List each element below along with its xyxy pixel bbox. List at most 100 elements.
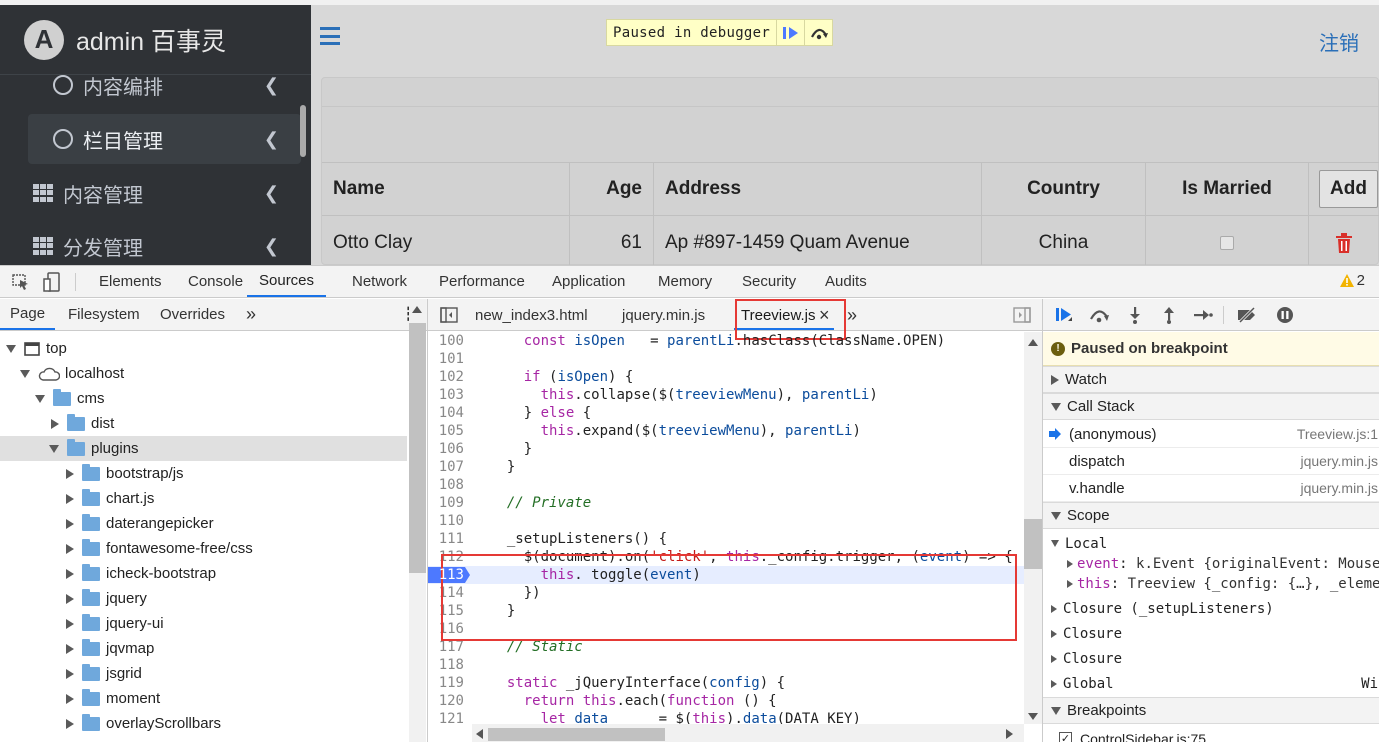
tree-item-localhost[interactable]: localhost bbox=[0, 361, 407, 386]
editor-horizontal-scrollbar-thumb[interactable] bbox=[488, 728, 665, 741]
column-header-is-married[interactable]: Is Married bbox=[1146, 163, 1309, 215]
line-number[interactable]: 113 bbox=[428, 566, 464, 584]
scope-variable-this[interactable]: this: Treeview {_config: {…}, _elemer bbox=[1043, 571, 1379, 596]
tab-filesystem[interactable]: Filesystem bbox=[68, 299, 140, 330]
step-over-icon[interactable] bbox=[804, 20, 832, 45]
table-row[interactable]: Otto Clay 61 Ap #897-1459 Quam Avenue Ch… bbox=[322, 216, 1379, 265]
line-number[interactable]: 119 bbox=[428, 674, 464, 692]
scroll-up-arrow-icon[interactable] bbox=[412, 306, 422, 313]
editor-scroll-down-icon[interactable] bbox=[1028, 713, 1038, 720]
tab-application[interactable]: Application bbox=[552, 266, 625, 297]
inspect-element-icon[interactable] bbox=[12, 274, 30, 295]
code-line[interactable]: 101 bbox=[428, 350, 1024, 368]
call-frame-dispatch[interactable]: dispatch jquery.min.js bbox=[1043, 448, 1379, 475]
more-editor-tabs-icon[interactable]: » bbox=[847, 299, 857, 331]
married-checkbox[interactable] bbox=[1220, 236, 1234, 250]
code-line[interactable]: 100 const isOpen = parentLi.hasClass(Cla… bbox=[428, 332, 1024, 350]
line-number[interactable]: 100 bbox=[428, 332, 464, 350]
tree-item-plugin-folder[interactable]: jsgrid bbox=[0, 661, 407, 686]
tree-item-plugin-folder[interactable]: bootstrap/js bbox=[0, 461, 407, 486]
line-number[interactable]: 108 bbox=[428, 476, 464, 494]
column-header-name[interactable]: Name bbox=[322, 163, 570, 215]
column-header-address[interactable]: Address bbox=[654, 163, 982, 215]
line-number[interactable]: 105 bbox=[428, 422, 464, 440]
editor-tab-jquery[interactable]: jquery.min.js bbox=[622, 299, 705, 331]
editor-scroll-left-icon[interactable] bbox=[476, 729, 483, 739]
tab-audits[interactable]: Audits bbox=[825, 266, 867, 297]
tree-item-plugin-folder[interactable]: jqvmap bbox=[0, 636, 407, 661]
tree-item-plugin-folder[interactable]: chart.js bbox=[0, 486, 407, 511]
step-into-icon[interactable] bbox=[1124, 305, 1146, 325]
warnings-counter[interactable]: 2 bbox=[1339, 272, 1365, 289]
tab-page[interactable]: Page bbox=[0, 299, 56, 330]
code-line[interactable]: 108 bbox=[428, 476, 1024, 494]
step-out-icon[interactable] bbox=[1158, 305, 1180, 325]
tab-sources[interactable]: Sources bbox=[247, 266, 327, 297]
code-lines[interactable]: 100 const isOpen = parentLi.hasClass(Cla… bbox=[428, 332, 1024, 724]
line-number[interactable]: 111 bbox=[428, 530, 464, 548]
column-header-age[interactable]: Age bbox=[570, 163, 654, 215]
toggle-debugger-icon[interactable] bbox=[1013, 307, 1031, 328]
step-icon[interactable] bbox=[1192, 305, 1214, 325]
scope-closure-setup-listeners[interactable]: Closure (_setupListeners) bbox=[1043, 596, 1379, 621]
more-tabs-icon[interactable]: » bbox=[246, 299, 256, 330]
code-line[interactable]: 104 } else { bbox=[428, 404, 1024, 422]
code-line[interactable]: 109 // Private bbox=[428, 494, 1024, 512]
tab-elements[interactable]: Elements bbox=[99, 266, 162, 297]
editor-scroll-up-icon[interactable] bbox=[1028, 339, 1038, 346]
logout-link[interactable]: 注销 bbox=[1319, 27, 1359, 56]
tree-item-plugins[interactable]: plugins bbox=[0, 436, 407, 461]
line-number[interactable]: 106 bbox=[428, 440, 464, 458]
line-number[interactable]: 107 bbox=[428, 458, 464, 476]
sidebar-scrollbar[interactable] bbox=[300, 105, 306, 157]
navigator-scrollbar-thumb[interactable] bbox=[409, 323, 426, 573]
sidebar-item-distribution[interactable]: 分发管理 ❮ bbox=[28, 221, 301, 265]
call-frame-anonymous[interactable]: (anonymous) Treeview.js:1 bbox=[1043, 421, 1379, 448]
frame-location[interactable]: jquery.min.js bbox=[1300, 480, 1378, 496]
tab-console[interactable]: Console bbox=[188, 266, 243, 297]
tree-item-cms[interactable]: cms bbox=[0, 386, 407, 411]
code-line[interactable]: 118 bbox=[428, 656, 1024, 674]
tree-item-plugin-folder[interactable]: icheck-bootstrap bbox=[0, 561, 407, 586]
sidebar-item-content-manage[interactable]: 内容管理 ❮ bbox=[28, 168, 301, 218]
tab-memory[interactable]: Memory bbox=[658, 266, 712, 297]
code-line[interactable]: 105 this.expand($(treeviewMenu), parentL… bbox=[428, 422, 1024, 440]
sidebar-item-column-manage[interactable]: 栏目管理 ❮ bbox=[28, 114, 301, 164]
scope-global[interactable]: Global Wi bbox=[1043, 671, 1379, 696]
resume-icon[interactable] bbox=[776, 20, 804, 45]
tab-overrides[interactable]: Overrides bbox=[160, 299, 225, 330]
pause-on-exceptions-icon[interactable] bbox=[1274, 305, 1296, 325]
tree-item-plugin-folder[interactable]: overlayScrollbars bbox=[0, 711, 407, 736]
line-number[interactable]: 121 bbox=[428, 710, 464, 724]
tree-item-dist[interactable]: dist bbox=[0, 411, 407, 436]
code-line[interactable]: 102 if (isOpen) { bbox=[428, 368, 1024, 386]
code-line[interactable]: 119 static _jQueryInterface(config) { bbox=[428, 674, 1024, 692]
section-call-stack[interactable]: Call Stack bbox=[1043, 393, 1379, 420]
line-number[interactable]: 101 bbox=[428, 350, 464, 368]
code-line[interactable]: 120 return this.each(function () { bbox=[428, 692, 1024, 710]
tab-security[interactable]: Security bbox=[742, 266, 796, 297]
line-number[interactable]: 102 bbox=[428, 368, 464, 386]
code-line[interactable]: 110 bbox=[428, 512, 1024, 530]
line-number[interactable]: 103 bbox=[428, 386, 464, 404]
breakpoint-checkbox[interactable]: ✓ bbox=[1059, 732, 1072, 742]
scope-closure[interactable]: Closure bbox=[1043, 621, 1379, 646]
tab-performance[interactable]: Performance bbox=[439, 266, 525, 297]
line-number[interactable]: 109 bbox=[428, 494, 464, 512]
line-number[interactable]: 118 bbox=[428, 656, 464, 674]
code-line[interactable]: 121 let data = $(this).data(DATA_KEY) bbox=[428, 710, 1024, 724]
tab-network[interactable]: Network bbox=[352, 266, 407, 297]
tree-item-plugin-folder[interactable]: jquery-ui bbox=[0, 611, 407, 636]
call-frame-v-handle[interactable]: v.handle jquery.min.js bbox=[1043, 475, 1379, 502]
tree-item-plugin-folder[interactable]: fontawesome-free/css bbox=[0, 536, 407, 561]
resume-icon[interactable] bbox=[1053, 305, 1075, 325]
toggle-navigator-icon[interactable] bbox=[440, 307, 458, 328]
deactivate-breakpoints-icon[interactable] bbox=[1236, 305, 1258, 325]
editor-vertical-scrollbar-thumb[interactable] bbox=[1024, 519, 1042, 569]
frame-location[interactable]: Treeview.js:1 bbox=[1297, 426, 1378, 442]
section-scope[interactable]: Scope bbox=[1043, 502, 1379, 529]
tree-item-plugin-folder[interactable]: daterangepicker bbox=[0, 511, 407, 536]
editor-tab-new-index3[interactable]: new_index3.html bbox=[475, 299, 588, 331]
breakpoint-item[interactable]: ✓ ControlSidebar.js:75 bbox=[1043, 726, 1379, 742]
code-line[interactable]: 111 _setupListeners() { bbox=[428, 530, 1024, 548]
